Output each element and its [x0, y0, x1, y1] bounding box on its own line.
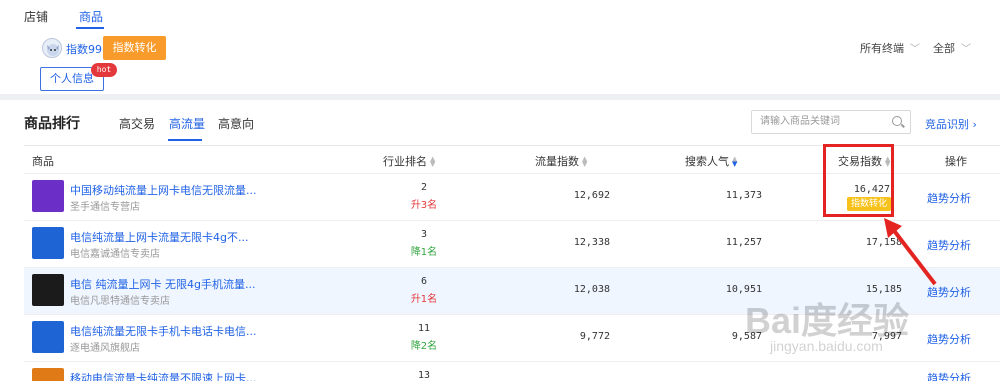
- table-row: 中国移动纯流量上网卡电信无限流量... 圣手通信专营店 2 升3名 12,692…: [24, 173, 1000, 220]
- col-header-rank[interactable]: 行业排名 ▲ ▼: [383, 153, 436, 169]
- product-name-link[interactable]: 移动电信流量卡纯流量不限速上网卡...: [70, 370, 257, 381]
- sort-desc-icon: ▲ ▼: [732, 155, 738, 168]
- product-thumbnail[interactable]: [32, 180, 64, 212]
- sort-icon: ▲ ▼: [885, 155, 891, 168]
- scope-dropdown[interactable]: 全部 ﹀: [933, 40, 971, 56]
- shop-name: 电信凡思特通信专卖店: [70, 296, 170, 307]
- search-popularity: 11,373: [725, 190, 762, 201]
- traffic-index: 12,692: [573, 190, 610, 201]
- search-popularity: 11,257: [725, 237, 762, 248]
- terminal-dropdown[interactable]: 所有终端 ﹀: [860, 40, 920, 56]
- scope-dropdown-label: 全部: [933, 42, 955, 55]
- col-header-product: 商品: [32, 155, 54, 168]
- sort-icon: ▲ ▼: [582, 155, 588, 168]
- shop-name: 逐电通风旗舰店: [70, 343, 140, 354]
- trend-analysis-link[interactable]: 趋势分析: [927, 284, 971, 300]
- rank-value: 11: [417, 323, 431, 334]
- divider: [24, 145, 1000, 146]
- col-header-action: 操作: [945, 155, 967, 168]
- product-thumbnail[interactable]: [32, 227, 64, 259]
- terminal-dropdown-label: 所有终端: [860, 42, 904, 55]
- product-thumbnail[interactable]: [32, 368, 64, 381]
- col-search-label: 搜索人气: [685, 155, 729, 168]
- rank-change: 升1名: [410, 294, 438, 305]
- section-title: 商品排行: [24, 116, 80, 132]
- rank-value: 2: [420, 182, 428, 193]
- index-convert-badge[interactable]: 指数转化: [847, 197, 891, 211]
- product-name-link[interactable]: 电信纯流量上网卡流量无限卡4g不...: [70, 229, 248, 245]
- rank-change: 降2名: [410, 341, 438, 352]
- col-header-trade[interactable]: 交易指数 ▲ ▼: [838, 153, 891, 169]
- top-panel: 店铺 商品 指数99 指数转化 所有终端 ﹀ 全部 ﹀ 个人信息 hot: [0, 0, 1000, 94]
- tab-high-trade[interactable]: 高交易: [119, 115, 155, 132]
- competitor-link-label: 竞品识别: [925, 118, 969, 131]
- col-trade-label: 交易指数: [838, 155, 882, 168]
- search-icon[interactable]: [892, 116, 902, 126]
- trade-index: 16,427: [853, 184, 890, 195]
- chevron-right-icon: ›: [972, 118, 977, 131]
- product-name-link[interactable]: 电信纯流量无限卡手机卡电话卡电信...: [70, 323, 257, 339]
- tab-high-traffic[interactable]: 高流量: [169, 115, 205, 132]
- competitor-identify-link[interactable]: 竞品识别 ›: [925, 116, 977, 132]
- rank-change: 升3名: [410, 200, 438, 211]
- table-row: 移动电信流量卡纯流量不限速上网卡... 13 趋势分析: [24, 361, 1000, 381]
- search-placeholder: 请输入商品关键词: [760, 116, 840, 127]
- baidu-watermark-url: jingyan.baidu.com: [770, 338, 883, 354]
- shop-name: 圣手通信专营店: [70, 202, 140, 213]
- col-header-search[interactable]: 搜索人气 ▲ ▼: [685, 153, 738, 169]
- cat-icon: [47, 44, 59, 56]
- trend-analysis-link[interactable]: 趋势分析: [927, 237, 971, 253]
- trade-index: 17,158: [865, 237, 902, 248]
- chevron-down-icon: ﹀: [961, 44, 971, 55]
- baidu-watermark: Bai度经验: [745, 300, 910, 341]
- col-rank-label: 行业排名: [383, 155, 427, 168]
- trend-analysis-link[interactable]: 趋势分析: [927, 331, 971, 347]
- rank-change: 降1名: [410, 247, 438, 258]
- col-header-traffic[interactable]: 流量指数 ▲ ▼: [535, 153, 588, 169]
- shop-name: 电信嘉诚通信专卖店: [70, 249, 160, 260]
- active-subtab-indicator: [168, 139, 202, 141]
- product-name-link[interactable]: 中国移动纯流量上网卡电信无限流量...: [70, 182, 257, 198]
- brand-name[interactable]: 指数99: [66, 41, 102, 57]
- col-traffic-label: 流量指数: [535, 155, 579, 168]
- tab-product[interactable]: 商品: [79, 8, 103, 25]
- product-thumbnail[interactable]: [32, 274, 64, 306]
- index-convert-button[interactable]: 指数转化: [103, 36, 166, 60]
- rank-value: 3: [420, 229, 428, 240]
- sort-icon: ▲ ▼: [430, 155, 436, 168]
- rank-value: 13: [417, 370, 431, 381]
- product-name-link[interactable]: 电信 纯流量上网卡 无限4g手机流量...: [70, 276, 255, 292]
- tab-high-intent[interactable]: 高意向: [218, 115, 254, 132]
- tab-shop[interactable]: 店铺: [24, 8, 48, 25]
- brand-avatar: [42, 38, 62, 58]
- traffic-index: 12,038: [573, 284, 610, 295]
- active-tab-indicator: [76, 27, 104, 29]
- trend-analysis-link[interactable]: 趋势分析: [927, 370, 971, 381]
- search-input[interactable]: 请输入商品关键词: [751, 110, 911, 134]
- traffic-index: 12,338: [573, 237, 610, 248]
- traffic-index: 9,772: [579, 331, 610, 342]
- table-row: 电信纯流量上网卡流量无限卡4g不... 电信嘉诚通信专卖店 3 降1名 12,3…: [24, 220, 1000, 267]
- trend-analysis-link[interactable]: 趋势分析: [927, 190, 971, 206]
- hot-badge: hot: [91, 63, 117, 77]
- chevron-down-icon: ﹀: [910, 44, 920, 55]
- product-thumbnail[interactable]: [32, 321, 64, 353]
- rank-value: 6: [420, 276, 428, 287]
